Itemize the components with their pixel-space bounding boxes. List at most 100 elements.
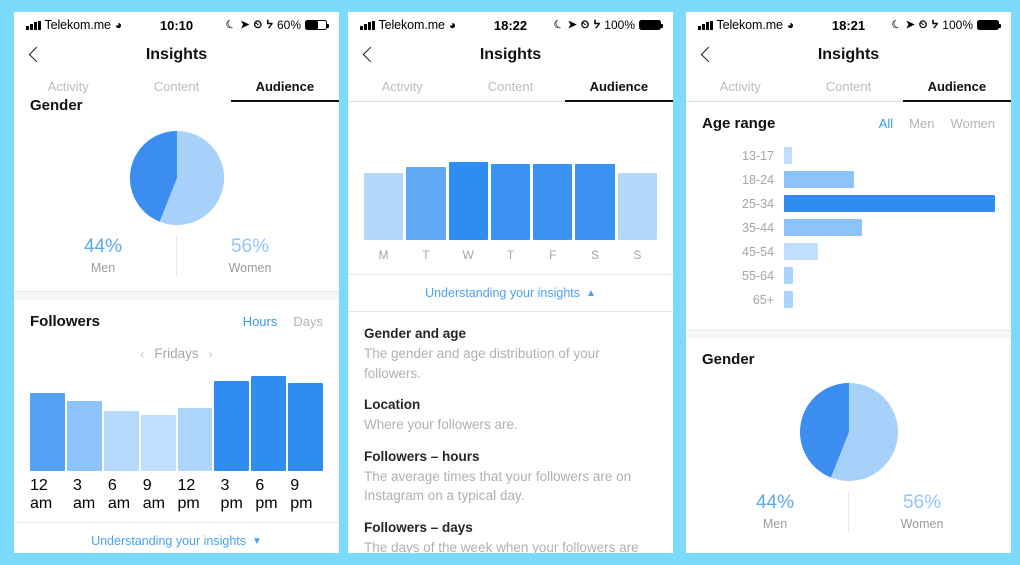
bar-column <box>30 371 65 471</box>
page-title: Insights <box>479 46 542 63</box>
age-range-bar <box>784 195 995 212</box>
understanding-insights-link-1[interactable]: Understanding your insights ▼ <box>14 522 339 553</box>
axis-tick-label: 12 pm <box>177 477 200 512</box>
tab-label: Activity <box>381 79 423 94</box>
tab-activity[interactable]: Activity <box>14 72 122 101</box>
axis-tick-label: 3 am <box>73 477 96 512</box>
status-clock: 10:10 <box>159 17 194 33</box>
gender-card-title: Gender <box>702 351 755 368</box>
followers-hours-chart <box>30 371 323 471</box>
bar <box>66 401 102 471</box>
gender-women-stat: 56% Women <box>177 236 323 275</box>
age-range-label: 35-44 <box>742 220 774 235</box>
tab-bar-2: Activity Content Audience <box>348 72 673 102</box>
axis-tick-label: M <box>378 248 389 262</box>
battery-icon <box>977 20 1002 30</box>
tab-label: Audience <box>927 79 987 94</box>
bar-column <box>617 162 657 240</box>
chevron-left-icon[interactable]: ‹ <box>140 347 144 361</box>
axis-tick-label: 6 pm <box>255 477 278 512</box>
followers-segmented-control: Hours Days <box>243 314 323 329</box>
gender-legend: 44% Men 56% Women <box>30 232 323 291</box>
status-bar-2: Telekom.me ◕ 18:22 ☾ ➤ ⏲ ᔭ 100% <box>348 12 673 38</box>
bar-column <box>214 371 250 471</box>
age-range-header: Age range All Men Women <box>702 102 995 132</box>
bar <box>533 164 573 240</box>
phone-panel-2: Telekom.me ◕ 18:22 ☾ ➤ ⏲ ᔭ 100% Insights… <box>348 12 673 553</box>
glossary-term: Gender and age <box>364 326 467 341</box>
filter-men[interactable]: Men <box>909 116 934 131</box>
age-range-row: 45-54 <box>702 242 995 261</box>
age-range-bar <box>784 147 793 164</box>
bar-column <box>251 371 287 471</box>
followers-card-1: Followers Hours Days ‹ Fridays › 12 am 3 … <box>14 300 339 513</box>
tab-activity[interactable]: Activity <box>686 72 794 101</box>
tab-label: Content <box>153 79 200 94</box>
filter-all[interactable]: All <box>879 116 893 131</box>
filter-women[interactable]: Women <box>950 116 995 131</box>
glossary-item: Location Where your followers are. <box>364 397 657 435</box>
understanding-insights-link-2[interactable]: Understanding your insights ▲ <box>348 274 673 312</box>
tab-audience[interactable]: Audience <box>902 72 1011 102</box>
followers-days-chart <box>364 162 657 240</box>
followers-days-chart-container: MTWTFSS <box>348 102 673 274</box>
age-range-row: 65+ <box>702 290 995 309</box>
glossary-list: Gender and age The gender and age distri… <box>348 312 673 553</box>
axis-tick-label: T <box>506 248 515 262</box>
bar <box>288 383 323 471</box>
glossary-term: Location <box>364 397 421 413</box>
segment-hours[interactable]: Hours <box>243 314 278 329</box>
understanding-insights-label: Understanding your insights <box>91 534 247 548</box>
tab-activity[interactable]: Activity <box>348 72 456 101</box>
age-range-track <box>784 243 995 260</box>
bar <box>575 164 615 240</box>
back-button[interactable] <box>700 48 714 62</box>
back-button[interactable] <box>28 48 42 62</box>
age-range-track <box>784 195 995 212</box>
chevron-right-icon[interactable]: › <box>209 347 213 361</box>
status-clock: 18:22 <box>493 17 528 33</box>
bar-column <box>288 371 323 471</box>
status-bar-3: Telekom.me ◕ 18:21 ☾ ➤ ⏲ ᔭ 100% <box>686 12 1011 38</box>
axis-tick-label: S <box>591 248 600 262</box>
status-bar-1: Telekom.me ◕ 10:10 ☾ ➤ ⏲ ᔭ 60% <box>14 12 339 38</box>
tab-content[interactable]: Content <box>456 72 564 101</box>
bar <box>214 381 250 471</box>
men-percent: 44% <box>83 236 123 257</box>
tab-label: Content <box>487 79 534 94</box>
battery-icon <box>639 20 664 30</box>
age-range-title: Age range <box>702 115 776 132</box>
back-button[interactable] <box>362 48 376 62</box>
phone-panel-1: Telekom.me ◕ 10:10 ☾ ➤ ⏲ ᔭ 60% Insights … <box>14 12 339 553</box>
age-range-bar <box>784 267 794 284</box>
period-label: Fridays <box>154 346 199 361</box>
axis-tick-label: 12 am <box>30 477 53 512</box>
bar-column <box>364 162 404 240</box>
glossary-term: Followers – days <box>364 519 473 535</box>
age-range-bar <box>784 171 854 188</box>
age-range-label: 55-64 <box>742 268 774 283</box>
men-percent: 44% <box>755 492 795 513</box>
tab-audience[interactable]: Audience <box>564 72 673 102</box>
bar <box>406 166 446 240</box>
gender-legend: 44% Men 56% Women <box>702 488 995 547</box>
tab-content[interactable]: Content <box>794 72 902 101</box>
axis-tick-label: 9 am <box>142 477 165 512</box>
bar <box>251 376 287 471</box>
tab-audience[interactable]: Audience <box>230 72 339 102</box>
status-clock: 18:21 <box>831 17 866 33</box>
women-label: Women <box>228 261 272 275</box>
tab-content[interactable]: Content <box>122 72 230 101</box>
age-range-filter-group: All Men Women <box>879 116 995 131</box>
segment-days[interactable]: Days <box>293 314 323 329</box>
axis-tick-label: 6 am <box>107 477 131 512</box>
page-title: Insights <box>145 46 208 63</box>
chevron-down-icon: ▼ <box>252 535 262 547</box>
age-range-label: 13-17 <box>742 148 774 163</box>
tab-bar-3: Activity Content Audience <box>686 72 1011 102</box>
pie-svg <box>799 383 898 481</box>
axis-tick-label: S <box>633 248 642 262</box>
card-gap <box>686 331 1011 339</box>
bar <box>103 411 139 471</box>
screenshot-stage: Telekom.me ◕ 10:10 ☾ ➤ ⏲ ᔭ 60% Insights … <box>0 0 1020 565</box>
